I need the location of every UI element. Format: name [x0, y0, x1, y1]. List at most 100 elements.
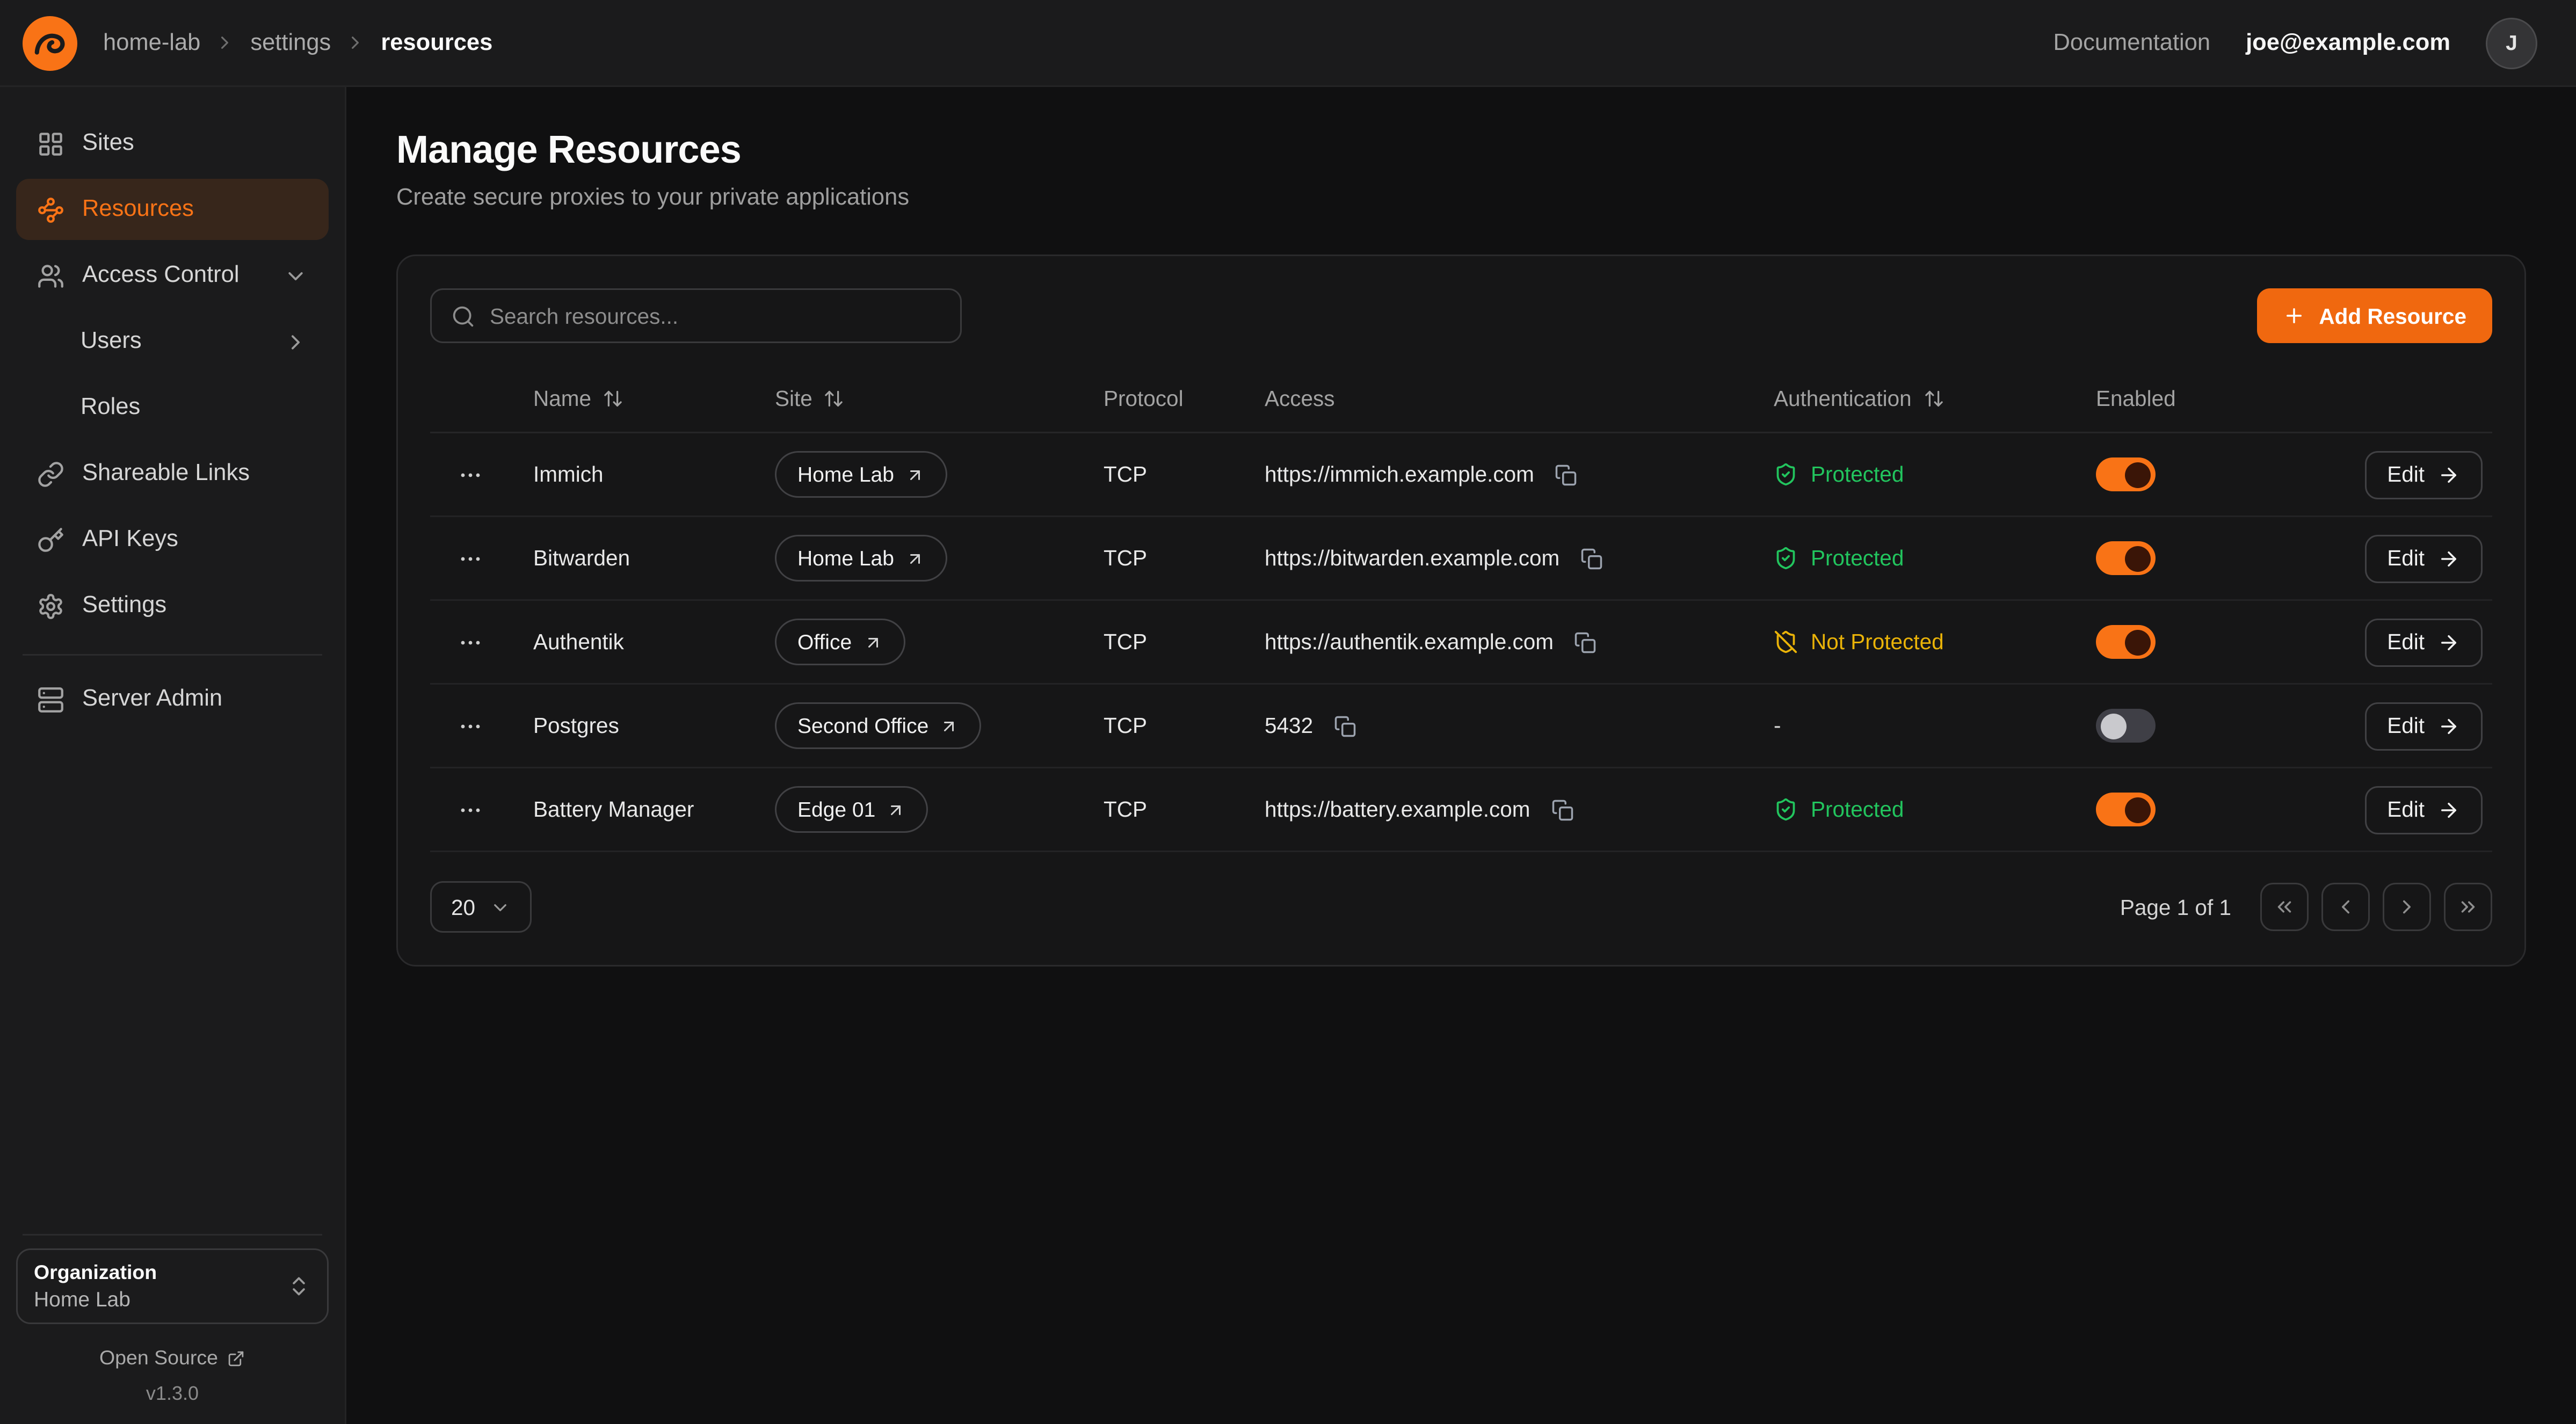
auth-label: Protected — [1811, 462, 1904, 486]
first-page-button[interactable] — [2260, 883, 2309, 931]
enabled-toggle[interactable] — [2096, 457, 2156, 491]
chevrons-right-icon — [2457, 896, 2479, 918]
breadcrumb-item-resources: resources — [381, 30, 492, 56]
toggle-knob — [2125, 546, 2151, 571]
sites-icon — [37, 130, 64, 157]
chevrons-up-down-icon — [287, 1274, 311, 1298]
protocol-value: TCP — [1104, 462, 1265, 486]
row-menu-button[interactable] — [449, 537, 491, 579]
auth-label: - — [1774, 714, 1781, 738]
sidebar-item-access-control[interactable]: Access Control — [16, 245, 329, 306]
sidebar-item-sites[interactable]: Sites — [16, 113, 329, 174]
previous-page-button[interactable] — [2321, 883, 2370, 931]
edit-button[interactable]: Edit — [2364, 451, 2483, 499]
organization-label: Organization — [34, 1261, 157, 1284]
open-source-label: Open Source — [99, 1347, 218, 1369]
sidebar-divider — [23, 654, 322, 656]
row-menu-button[interactable] — [449, 705, 491, 747]
access-value: https://battery.example.com — [1265, 797, 1530, 822]
arrow-right-icon — [2437, 798, 2460, 821]
search-input[interactable] — [490, 304, 941, 328]
site-name: Home Lab — [797, 462, 894, 486]
chevron-down-icon — [284, 264, 308, 288]
copy-button[interactable] — [1327, 708, 1363, 744]
site-link[interactable]: Home Lab — [775, 451, 947, 498]
breadcrumb-item-home-lab[interactable]: home-lab — [103, 30, 200, 56]
arrow-right-icon — [2437, 715, 2460, 737]
auth-badge: Protected — [1774, 797, 1904, 822]
site-link[interactable]: Home Lab — [775, 535, 947, 582]
last-page-button[interactable] — [2444, 883, 2492, 931]
copy-button[interactable] — [1568, 624, 1603, 660]
documentation-link[interactable]: Documentation — [2053, 30, 2211, 56]
edit-button[interactable]: Edit — [2364, 618, 2483, 666]
sidebar-item-api-keys[interactable]: API Keys — [16, 509, 329, 570]
app-logo[interactable] — [23, 16, 77, 70]
copy-icon — [1551, 798, 1573, 821]
add-resource-label: Add Resource — [2319, 304, 2466, 328]
plus-icon — [2283, 304, 2306, 327]
enabled-toggle[interactable] — [2096, 541, 2156, 575]
sidebar-item-label: Access Control — [82, 263, 240, 288]
user-avatar[interactable]: J — [2486, 17, 2537, 69]
copy-button[interactable] — [1549, 457, 1584, 492]
sidebar-item-settings[interactable]: Settings — [16, 575, 329, 636]
sidebar-item-users[interactable]: Users — [16, 311, 329, 372]
auth-badge: Protected — [1774, 462, 1904, 486]
enabled-toggle[interactable] — [2096, 709, 2156, 743]
toggle-knob — [2125, 629, 2151, 655]
sidebar-item-resources[interactable]: Resources — [16, 179, 329, 240]
table-row: Postgres Second Office TCP 5432 - — [430, 685, 2492, 768]
column-header-authentication[interactable]: Authentication — [1774, 387, 2096, 411]
access-value: https://bitwarden.example.com — [1265, 546, 1559, 570]
table-row: Immich Home Lab TCP https://immich.examp… — [430, 433, 2492, 517]
open-source-link[interactable]: Open Source — [16, 1347, 329, 1369]
edit-button[interactable]: Edit — [2364, 702, 2483, 750]
site-name: Edge 01 — [797, 797, 875, 822]
protocol-value: TCP — [1104, 714, 1265, 738]
site-link[interactable]: Second Office — [775, 702, 982, 749]
sidebar: Sites Resources Access Control Users Rol… — [0, 87, 346, 1424]
organization-selector[interactable]: Organization Home Lab — [16, 1248, 329, 1324]
row-menu-button[interactable] — [449, 621, 491, 663]
edit-button[interactable]: Edit — [2364, 534, 2483, 583]
sidebar-item-label: API Keys — [82, 527, 178, 553]
access-value: https://authentik.example.com — [1265, 630, 1554, 654]
sidebar-item-roles[interactable]: Roles — [16, 377, 329, 438]
resource-name: Postgres — [533, 714, 775, 738]
enabled-toggle[interactable] — [2096, 793, 2156, 826]
table-row: Bitwarden Home Lab TCP https://bitwarden… — [430, 517, 2492, 601]
copy-icon — [1574, 631, 1597, 653]
resources-card: Add Resource Name Site Protocol Acce — [396, 255, 2526, 967]
column-header-protocol: Protocol — [1104, 387, 1265, 411]
add-resource-button[interactable]: Add Resource — [2258, 288, 2492, 343]
chevron-down-icon — [490, 897, 511, 918]
sidebar-item-shareable-links[interactable]: Shareable Links — [16, 443, 329, 504]
arrow-up-right-icon — [905, 465, 925, 484]
column-header-site[interactable]: Site — [775, 387, 1104, 411]
sidebar-item-label: Server Admin — [82, 686, 222, 712]
organization-name: Home Lab — [34, 1287, 157, 1311]
resource-name: Immich — [533, 462, 775, 486]
edit-button[interactable]: Edit — [2364, 786, 2483, 834]
resource-name: Bitwarden — [533, 546, 775, 570]
copy-button[interactable] — [1544, 792, 1580, 827]
row-menu-button[interactable] — [449, 454, 491, 496]
search-icon — [451, 304, 475, 328]
copy-button[interactable] — [1574, 541, 1609, 576]
row-menu-button[interactable] — [449, 789, 491, 831]
site-link[interactable]: Office — [775, 619, 905, 665]
next-page-button[interactable] — [2383, 883, 2431, 931]
page-size-select[interactable]: 20 — [430, 881, 532, 933]
toggle-knob — [2125, 797, 2151, 823]
sidebar-item-server-admin[interactable]: Server Admin — [16, 669, 329, 730]
site-link[interactable]: Edge 01 — [775, 786, 928, 833]
table-row: Authentik Office TCP https://authentik.e… — [430, 601, 2492, 685]
toggle-knob — [2125, 462, 2151, 488]
enabled-toggle[interactable] — [2096, 625, 2156, 659]
pangolin-logo-icon — [23, 16, 77, 70]
site-name: Office — [797, 630, 852, 654]
breadcrumb-item-settings[interactable]: settings — [250, 30, 331, 56]
main-content: Manage Resources Create secure proxies t… — [346, 87, 2576, 1424]
column-header-name[interactable]: Name — [533, 387, 775, 411]
